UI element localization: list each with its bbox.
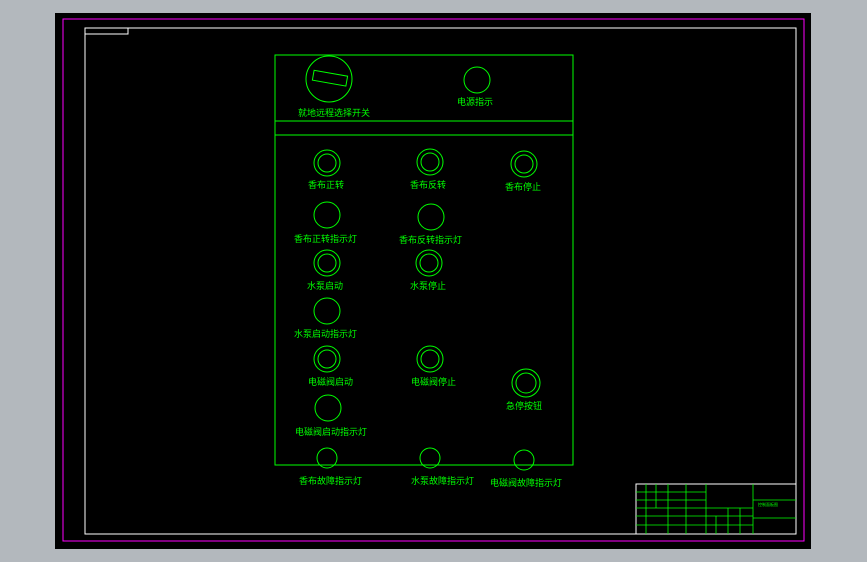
pump-forward-lamp bbox=[313, 201, 341, 229]
valve-fault-lamp-label: 电磁阀故障指示灯 bbox=[490, 477, 562, 489]
pump-reverse-lamp bbox=[417, 203, 445, 231]
water-pump-start-button[interactable] bbox=[313, 249, 341, 277]
pump-reverse-button[interactable] bbox=[416, 148, 444, 176]
valve-start-lamp-label: 电磁阀启动指示灯 bbox=[295, 426, 367, 438]
water-pump-start-label: 水泵启动 bbox=[307, 280, 343, 292]
cad-drawing: 就地远程选择开关 电源指示 香布正转 香布反转 香布停止 香布正转指示灯 香布反… bbox=[62, 18, 805, 542]
outer-border bbox=[62, 18, 805, 542]
pump-forward-lamp-label: 香布正转指示灯 bbox=[294, 233, 357, 245]
valve-fault-lamp bbox=[513, 449, 535, 471]
valve-stop-label: 电磁阀停止 bbox=[411, 376, 456, 388]
emergency-stop-button[interactable] bbox=[511, 368, 541, 398]
pump-forward-label: 香布正转 bbox=[308, 179, 344, 191]
water-pump-start-lamp bbox=[313, 297, 341, 325]
selector-switch-label: 就地远程选择开关 bbox=[298, 107, 370, 119]
pump-reverse-label: 香布反转 bbox=[410, 179, 446, 191]
valve-start-label: 电磁阀启动 bbox=[308, 376, 353, 388]
pump-stop-button[interactable] bbox=[510, 150, 538, 178]
power-indicator-label: 电源指示 bbox=[457, 96, 493, 108]
water-pump-stop-button[interactable] bbox=[415, 249, 443, 277]
emergency-stop-label: 急停按钮 bbox=[506, 400, 542, 412]
valve-start-button[interactable] bbox=[313, 345, 341, 373]
pump-stop-label: 香布停止 bbox=[505, 181, 541, 193]
drawing-frame bbox=[84, 27, 797, 535]
water-pump-fault-lamp-label: 水泵故障指示灯 bbox=[411, 475, 474, 487]
valve-stop-button[interactable] bbox=[416, 345, 444, 373]
selector-switch[interactable] bbox=[305, 55, 353, 103]
pump-forward-button[interactable] bbox=[313, 149, 341, 177]
title-block-grid bbox=[636, 484, 796, 534]
pump-fault-lamp-label: 香布故障指示灯 bbox=[299, 475, 362, 487]
valve-start-lamp bbox=[314, 394, 342, 422]
water-pump-start-lamp-label: 水泵启动指示灯 bbox=[294, 328, 357, 340]
frame-tag bbox=[85, 28, 129, 35]
pump-reverse-lamp-label: 香布反转指示灯 bbox=[399, 234, 462, 246]
title-block-heading: 控制面板图 bbox=[758, 501, 778, 507]
power-indicator-lamp bbox=[463, 66, 491, 94]
water-pump-stop-label: 水泵停止 bbox=[410, 280, 446, 292]
